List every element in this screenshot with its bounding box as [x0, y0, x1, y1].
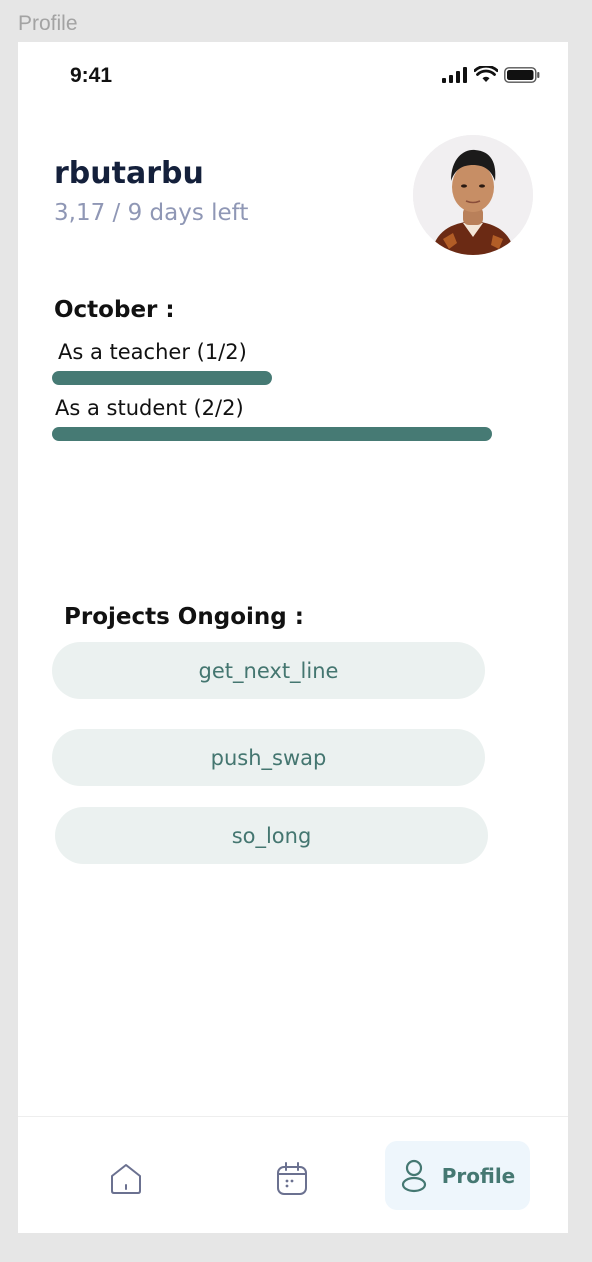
status-icons	[442, 66, 540, 83]
user-icon	[401, 1159, 426, 1192]
signal-icon	[442, 66, 467, 83]
student-progress-label: As a student (2/2)	[55, 396, 244, 420]
calendar-icon	[276, 1162, 307, 1195]
tab-profile-label: Profile	[441, 1163, 516, 1188]
phone-screen: 9:41 rbutarbu 3,17 / 9 days left October…	[18, 42, 568, 1233]
project-push-swap[interactable]: push_swap	[52, 729, 485, 786]
tab-home[interactable]	[98, 1154, 153, 1204]
teacher-progress-bar	[52, 371, 492, 385]
teacher-progress-fill	[52, 371, 272, 385]
projects-title: Projects Ongoing :	[64, 604, 304, 630]
student-progress-bar	[52, 427, 492, 441]
avatar[interactable]	[413, 135, 533, 255]
tab-calendar[interactable]	[264, 1154, 319, 1204]
avatar-photo	[413, 135, 533, 255]
project-get-next-line[interactable]: get_next_line	[52, 642, 485, 699]
student-progress-fill	[52, 427, 492, 441]
status-time: 9:41	[70, 64, 113, 87]
status-bar: 9:41	[18, 42, 568, 108]
tab-bar: Profile	[18, 1116, 568, 1233]
project-so-long[interactable]: so_long	[55, 807, 488, 864]
wifi-icon	[474, 66, 498, 82]
wallet-days-left: 3,17 / 9 days left	[54, 200, 249, 226]
month-title: October :	[54, 297, 175, 323]
teacher-progress-label: As a teacher (1/2)	[58, 340, 247, 364]
home-icon	[110, 1164, 141, 1194]
frame-label: Profile	[18, 12, 78, 35]
username: rbutarbu	[54, 156, 204, 191]
battery-icon	[504, 66, 540, 83]
tab-profile[interactable]: Profile	[385, 1141, 530, 1210]
